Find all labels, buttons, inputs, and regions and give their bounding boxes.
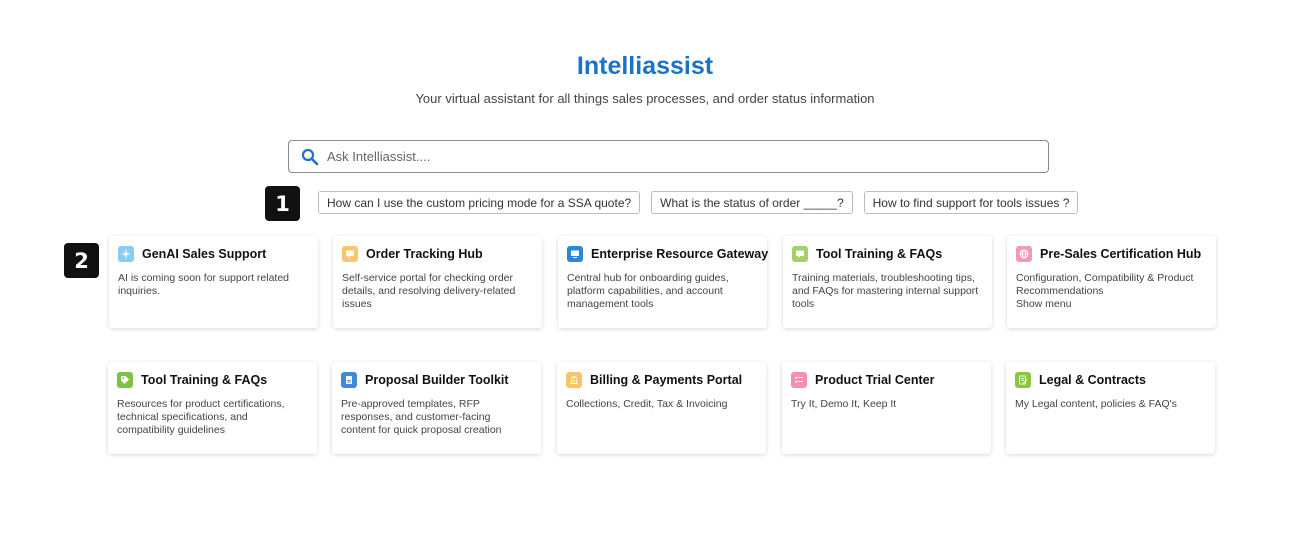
card-title: Product Trial Center [815,373,935,387]
card-description: Collections, Credit, Tax & Invoicing [566,398,728,410]
suggestion-chip[interactable]: What is the status of order _____? [651,191,853,214]
card-billing-payments-portal[interactable]: Billing & Payments Portal Collections, C… [557,362,766,454]
card-description: Central hub for onboarding guides, platf… [567,272,729,310]
card-product-trial-center[interactable]: Product Trial Center Try It, Demo It, Ke… [782,362,991,454]
card-title: Tool Training & FAQs [141,373,268,387]
card-description: Configuration, Compatibility & Product R… [1016,272,1194,310]
card-description: Pre-approved templates, RFP responses, a… [341,398,502,436]
search-input[interactable] [327,149,1007,164]
card-enterprise-resource-gateway[interactable]: Enterprise Resource Gateway Central hub … [558,236,769,328]
page: Intelliassist Your virtual assistant for… [0,0,1290,542]
callout-marker-2: 2 [64,243,99,278]
search-icon [301,148,319,166]
card-title: Proposal Builder Toolkit [365,373,509,387]
suggestion-chips: How can I use the custom pricing mode fo… [318,191,1079,214]
chat-icon [342,246,358,262]
card-title: Enterprise Resource Gateway [591,247,769,261]
card-title: Pre-Sales Certification Hub [1040,247,1202,261]
card-tool-training-faqs[interactable]: Tool Training & FAQs Training materials,… [783,236,992,328]
page-subtitle: Your virtual assistant for all things sa… [415,91,875,106]
contract-icon [1015,372,1031,388]
card-title: Billing & Payments Portal [590,373,743,387]
globe-icon [1016,246,1032,262]
tag-icon [117,372,133,388]
card-description: AI is coming soon for support related in… [118,272,290,297]
card-description: My Legal content, policies & FAQ's [1015,398,1177,410]
callout-marker-1: 1 [265,186,300,221]
card-genai-sales-support[interactable]: GenAI Sales Support AI is coming soon fo… [109,236,318,328]
card-order-tracking-hub[interactable]: Order Tracking Hub Self-service portal f… [333,236,542,328]
card-title: Tool Training & FAQs [816,247,943,261]
card-title: Legal & Contracts [1039,373,1146,387]
suggestion-chip[interactable]: How can I use the custom pricing mode fo… [318,191,641,214]
sparkle-icon [118,246,134,262]
checklist-icon [791,372,807,388]
monitor-icon [567,246,583,262]
card-description: Resources for product certifications, te… [117,398,285,436]
card-proposal-builder-toolkit[interactable]: Proposal Builder Toolkit Pre-approved te… [332,362,541,454]
search-bar[interactable] [288,140,1049,173]
card-tool-training-faqs-2[interactable]: Tool Training & FAQs Resources for produ… [108,362,317,454]
card-pre-sales-certification-hub[interactable]: Pre-Sales Certification Hub Configuratio… [1007,236,1216,328]
card-title: GenAI Sales Support [142,247,267,261]
page-title: Intelliassist [576,52,714,80]
card-description: Try It, Demo It, Keep It [791,398,897,410]
document-icon [341,372,357,388]
suggestion-chip[interactable]: How to find support for tools issues ? [863,191,1079,214]
card-description: Training materials, troubleshooting tips… [792,272,979,310]
card-description: Self-service portal for checking order d… [342,272,516,310]
card-legal-contracts[interactable]: Legal & Contracts My Legal content, poli… [1006,362,1215,454]
chat-icon [792,246,808,262]
card-title: Order Tracking Hub [366,247,483,261]
bank-icon [566,372,582,388]
